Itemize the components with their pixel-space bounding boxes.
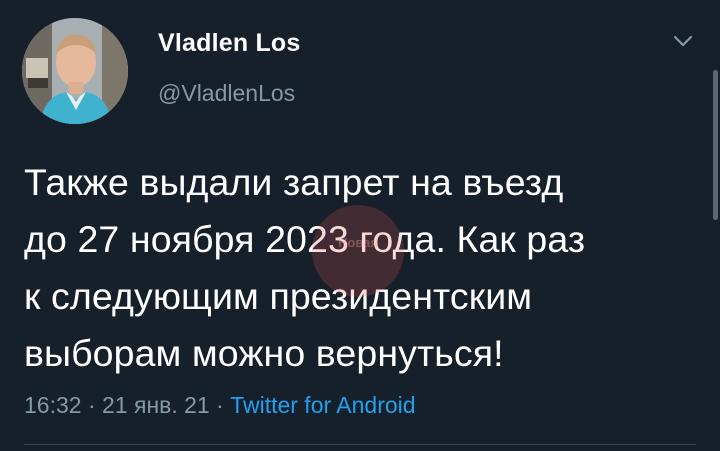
- tweet: Vladlen Los @VladlenLos Также выдали зап…: [0, 0, 720, 451]
- divider: [24, 444, 696, 445]
- tweet-source-link[interactable]: Twitter for Android: [230, 392, 415, 418]
- author-name[interactable]: Vladlen Los: [158, 29, 301, 58]
- tweet-line: к следующим президентским: [24, 275, 533, 317]
- tweet-meta: 16:32 · 21 янв. 21 · Twitter for Android: [24, 392, 416, 419]
- meta-separator: ·: [87, 392, 96, 418]
- tweet-line: выборам можно вернуться!: [24, 332, 504, 374]
- avatar[interactable]: [22, 18, 128, 124]
- tweet-date[interactable]: 21 янв. 21: [102, 392, 210, 418]
- tweet-time[interactable]: 16:32: [24, 392, 82, 418]
- meta-separator: ·: [216, 392, 224, 418]
- chevron-down-icon[interactable]: [670, 30, 696, 52]
- tweet-line: Также выдали запрет на въезд: [24, 161, 564, 203]
- tweet-text: Также выдали запрет на въезд до 27 ноябр…: [24, 154, 694, 382]
- author-handle[interactable]: @VladlenLos: [158, 80, 295, 107]
- tweet-line: до 27 ноября 2023 года. Как раз: [24, 218, 586, 260]
- avatar-photo: [22, 18, 128, 124]
- scrollbar[interactable]: [713, 70, 718, 220]
